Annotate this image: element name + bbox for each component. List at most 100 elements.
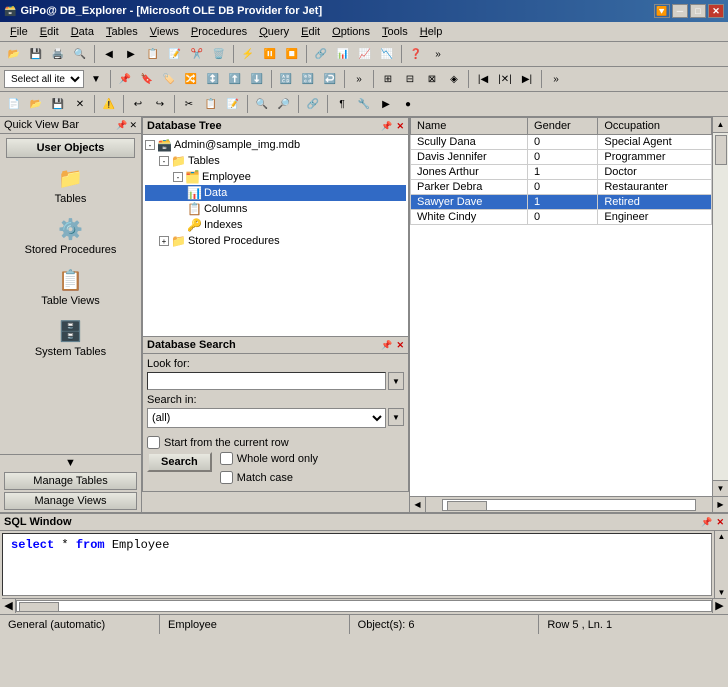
tree-expand-stored[interactable]: +: [159, 236, 169, 246]
qvb-scroll-down[interactable]: ▼: [0, 454, 141, 470]
tree-root[interactable]: - 🗃️ Admin@sample_img.mdb: [145, 137, 406, 153]
toolbar-btn-6[interactable]: 📝: [165, 44, 185, 64]
tree-pin-icon[interactable]: 📌: [381, 121, 392, 132]
toolbar-btn-11[interactable]: ⏹️: [282, 44, 302, 64]
toolbar-t1[interactable]: ✕: [70, 94, 90, 114]
toolbar-r4[interactable]: 🔀: [181, 69, 201, 89]
menu-tables[interactable]: Tables: [100, 25, 144, 39]
match-case-checkbox[interactable]: [220, 471, 233, 484]
toolbar-btn-2[interactable]: 💾: [26, 44, 46, 64]
toolbar-more[interactable]: »: [428, 44, 448, 64]
qvb-stored-procedures[interactable]: ⚙️ Stored Procedures: [0, 211, 141, 262]
toolbar-run[interactable]: ▶: [376, 94, 396, 114]
table-row[interactable]: Sawyer Dave1Retired: [411, 195, 712, 210]
toolbar-r17[interactable]: ▶|: [517, 69, 537, 89]
toolbar-r5[interactable]: ↕️: [203, 69, 223, 89]
hscroll-left[interactable]: ◀: [410, 497, 426, 513]
tree-expand-tables[interactable]: -: [159, 156, 169, 166]
table-row[interactable]: White Cindy0Engineer: [411, 210, 712, 225]
toolbar-paste2[interactable]: 📝: [223, 94, 243, 114]
dropdown-icon[interactable]: 🔽: [654, 4, 670, 18]
search-in-select[interactable]: (all) Tables Views Stored Procedures: [147, 408, 386, 428]
hscroll-right[interactable]: ▶: [712, 497, 728, 513]
toolbar-btn-3[interactable]: 🖨️: [48, 44, 68, 64]
toolbar-btn-1[interactable]: 📂: [4, 44, 24, 64]
sql-scroll-up[interactable]: ▲: [717, 531, 727, 542]
start-from-current-checkbox[interactable]: [147, 436, 160, 449]
sql-hscroll-thumb[interactable]: [19, 602, 59, 612]
sql-close-icon[interactable]: ✕: [716, 517, 724, 528]
menu-edit[interactable]: Edit: [34, 25, 65, 39]
tree-employee[interactable]: - 🗂️ Employee: [145, 169, 406, 185]
toolbar-r1[interactable]: 📌: [115, 69, 135, 89]
whole-word-checkbox[interactable]: [220, 452, 233, 465]
toolbar-link2[interactable]: 🔗: [303, 94, 323, 114]
search-close-icon[interactable]: ✕: [396, 340, 404, 351]
toolbar-btn-5[interactable]: 📋: [143, 44, 163, 64]
toolbar-t5[interactable]: 🔧: [354, 94, 374, 114]
toolbar-btn-8[interactable]: 🗑️: [209, 44, 229, 64]
qvb-tables[interactable]: 📁 Tables: [0, 160, 141, 211]
sql-pin-icon[interactable]: 📌: [701, 517, 712, 528]
menu-procedures[interactable]: Procedures: [185, 25, 253, 39]
toolbar-new[interactable]: 📄: [4, 94, 24, 114]
tree-close-icon[interactable]: ✕: [396, 121, 404, 132]
toolbar-save2[interactable]: 💾: [48, 94, 68, 114]
toolbar-r8[interactable]: 🔠: [276, 69, 296, 89]
toolbar-open[interactable]: 📂: [26, 94, 46, 114]
toolbar-cut2[interactable]: ✂: [179, 94, 199, 114]
toolbar-btn-9[interactable]: ⚡: [238, 44, 258, 64]
toolbar-dot[interactable]: ●: [398, 94, 418, 114]
toolbar-btn-13[interactable]: 📊: [333, 44, 353, 64]
table-row[interactable]: Scully Dana0Special Agent: [411, 135, 712, 150]
look-for-dropdown[interactable]: ▼: [388, 372, 404, 390]
look-for-input[interactable]: [147, 372, 386, 390]
search-in-dropdown[interactable]: ▼: [388, 408, 404, 426]
tree-tables[interactable]: - 📁 Tables: [145, 153, 406, 169]
menu-help[interactable]: Help: [414, 25, 449, 39]
toolbar-btn-15[interactable]: 📉: [377, 44, 397, 64]
toolbar-btn-14[interactable]: 📈: [355, 44, 375, 64]
sql-scroll-down[interactable]: ▼: [717, 587, 727, 598]
qvb-close-icon[interactable]: ✕: [129, 120, 137, 131]
menu-edit2[interactable]: Edit: [295, 25, 326, 39]
hscroll-thumb[interactable]: [447, 501, 487, 511]
toolbar-more2[interactable]: »: [349, 69, 369, 89]
tree-expand-root[interactable]: -: [145, 140, 155, 150]
qvb-pin-icon[interactable]: 📌: [116, 120, 127, 131]
toolbar-back[interactable]: ◀: [99, 44, 119, 64]
manage-tables-button[interactable]: Manage Tables: [4, 472, 137, 490]
toolbar-t4[interactable]: ¶: [332, 94, 352, 114]
minimize-button[interactable]: ─: [672, 4, 688, 18]
toolbar-btn-10[interactable]: ⏸️: [260, 44, 280, 64]
toolbar-r16[interactable]: |✕|: [495, 69, 515, 89]
toolbar-btn-12[interactable]: 🔗: [311, 44, 331, 64]
toolbar-dropdown[interactable]: ▼: [86, 69, 106, 89]
toolbar-warning[interactable]: ⚠️: [99, 94, 119, 114]
menu-options[interactable]: Options: [326, 25, 376, 39]
maximize-button[interactable]: □: [690, 4, 706, 18]
toolbar-r6[interactable]: ⬆️: [225, 69, 245, 89]
toolbar-r10[interactable]: ↩️: [320, 69, 340, 89]
toolbar-r14[interactable]: ◈: [444, 69, 464, 89]
sql-hscroll-left[interactable]: ◀: [2, 599, 16, 613]
toolbar-copy2[interactable]: 📋: [201, 94, 221, 114]
search-pin-icon[interactable]: 📌: [381, 340, 392, 351]
menu-file[interactable]: File: [4, 25, 34, 39]
tree-indexes[interactable]: 🔑 Indexes: [145, 217, 406, 233]
table-row[interactable]: Parker Debra0Restauranter: [411, 180, 712, 195]
scroll-thumb[interactable]: [715, 135, 727, 165]
table-row[interactable]: Jones Arthur1Doctor: [411, 165, 712, 180]
menu-views[interactable]: Views: [144, 25, 185, 39]
tree-expand-employee[interactable]: -: [173, 172, 183, 182]
toolbar-t3[interactable]: ↪: [150, 94, 170, 114]
select-all-items[interactable]: Select all ite: [4, 70, 84, 88]
menu-query[interactable]: Query: [253, 25, 295, 39]
sql-editor[interactable]: select * from Employee: [2, 533, 712, 596]
toolbar-r11[interactable]: ⊞: [378, 69, 398, 89]
sql-hscroll-right[interactable]: ▶: [712, 599, 726, 613]
qvb-table-views[interactable]: 📋 Table Views: [0, 262, 141, 313]
toolbar-r2[interactable]: 🔖: [137, 69, 157, 89]
scroll-down-button[interactable]: ▼: [713, 480, 728, 496]
toolbar-search3[interactable]: 🔎: [274, 94, 294, 114]
